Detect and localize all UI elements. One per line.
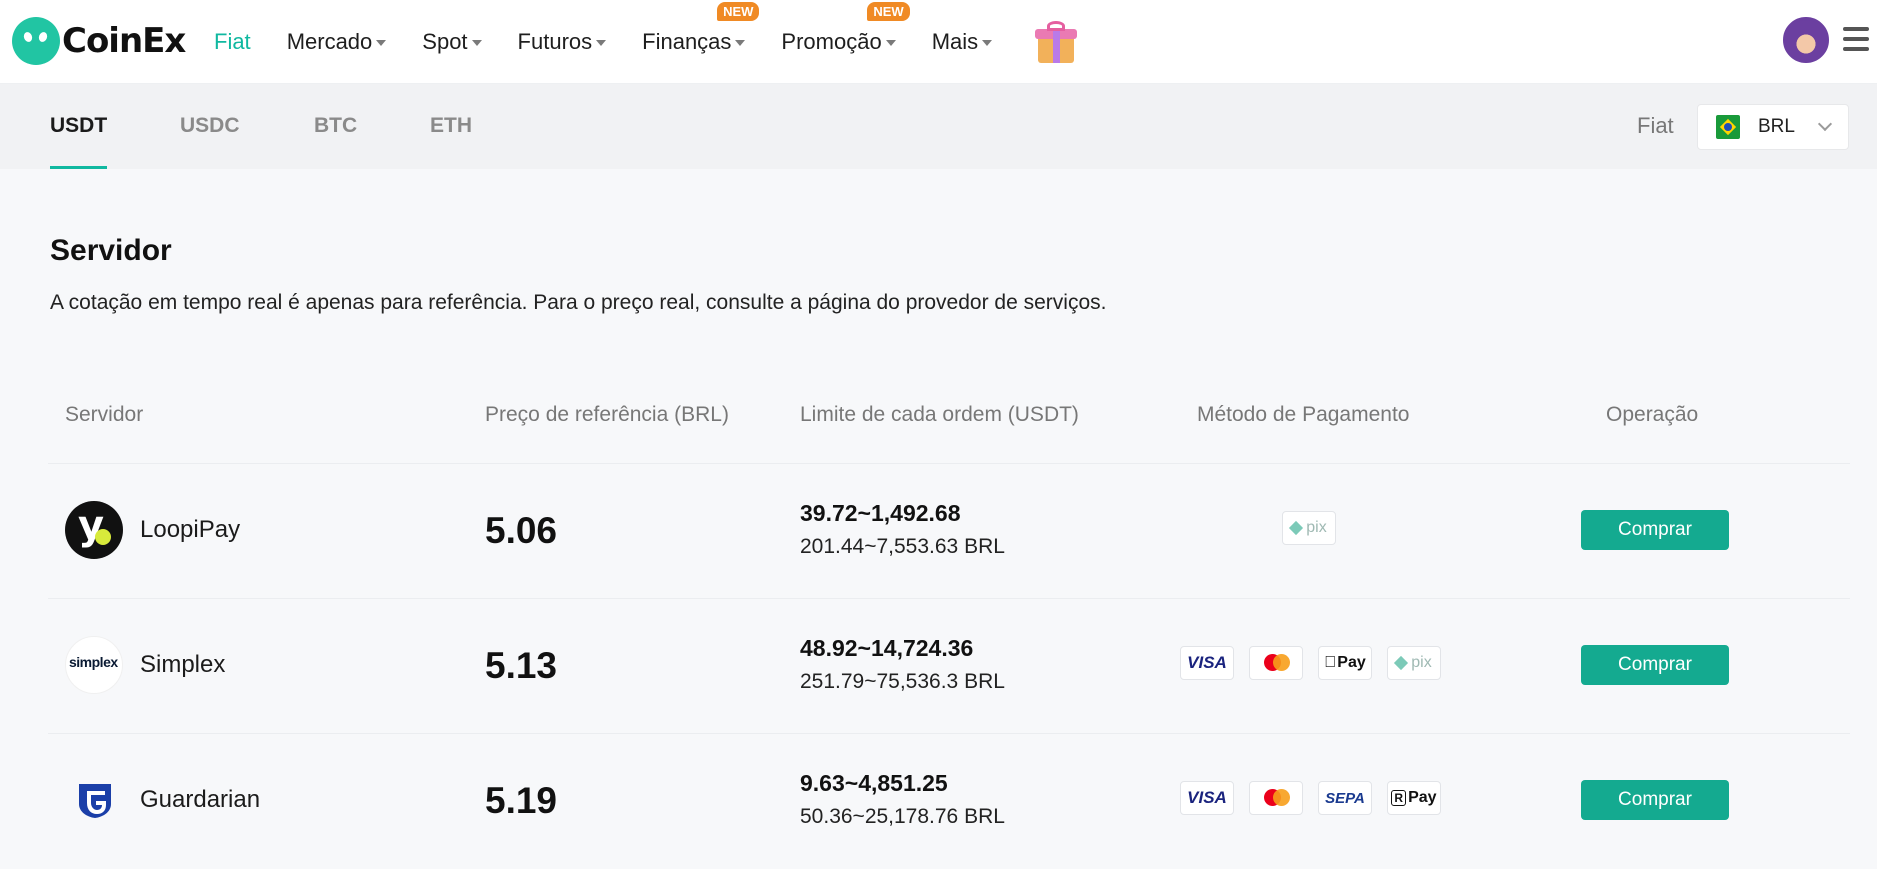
nav-financas[interactable]: Finanças NEW [642,2,760,55]
brand-name: CoinEx [62,21,186,61]
top-navigation: CoinEx Fiat Mercado Spot Futuros Finança… [0,0,1877,84]
header-servidor: Servidor [65,403,144,426]
coinex-logo[interactable]: CoinEx [12,17,186,65]
simplex-logo: simplex [65,636,123,694]
pix-icon: pix [1282,511,1336,545]
limit-brl: 50.36~25,178.76 BRL [800,805,1005,828]
provider-name: Guardarian [140,786,261,813]
visa-icon: VISA [1180,781,1234,815]
nav-mercado-label: Mercado [286,29,373,54]
caret-down-icon [885,40,896,46]
nav-spot-label: Spot [422,29,468,54]
header-metodo-pagamento: Método de Pagamento [1197,403,1410,426]
mastercard-icon [1249,781,1303,815]
reference-price: 5.13 [485,645,558,686]
tab-eth[interactable]: ETH [430,84,472,169]
limit-usdt: 48.92~14,724.36 [800,635,974,661]
tab-usdt[interactable]: USDT [50,84,108,169]
nav-fiat[interactable]: Fiat [214,29,251,55]
nav-promocao-label: Promoção [781,29,882,54]
header-limite: Limite de cada ordem (USDT) [800,403,1079,426]
nav-mais[interactable]: Mais [931,29,993,55]
header-operacao: Operação [1606,403,1699,426]
table-row: Guardarian 5.19 9.63~4,851.25 50.36~25,1… [48,733,1850,868]
header-preco: Preço de referência (BRL) [485,403,729,426]
sepa-icon: SEPA [1318,781,1372,815]
caret-down-icon [471,40,482,46]
section-description: A cotação em tempo real é apenas para re… [50,291,1107,314]
fiat-currency-select[interactable]: BRL [1697,104,1849,150]
nav-fiat-label: Fiat [214,29,251,54]
new-badge: NEW [867,2,910,21]
nav-spot[interactable]: Spot [422,29,482,55]
brazil-flag-icon [1716,115,1740,139]
section-title: Servidor [50,234,172,267]
reference-price: 5.19 [485,780,558,821]
fiat-label: Fiat [1637,113,1674,138]
buy-button[interactable]: Comprar [1581,645,1729,685]
loopipay-logo [65,501,123,559]
main-nav: Fiat Mercado Spot Futuros Finanças NEW Pr… [214,0,1078,84]
nav-mercado[interactable]: Mercado [287,29,387,55]
buy-button[interactable]: Comprar [1581,780,1729,820]
apple-pay-icon: Pay [1318,646,1372,680]
tab-usdc[interactable]: USDC [180,84,240,169]
revolut-pay-icon: R Pay [1387,781,1441,815]
nav-mais-label: Mais [931,29,979,54]
buy-button[interactable]: Comprar [1581,510,1729,550]
nav-futuros[interactable]: Futuros [518,29,607,55]
coin-tabs: USDT USDC BTC ETH [0,84,1877,169]
visa-icon: VISA [1180,646,1234,680]
coinex-logo-icon [12,17,60,65]
caret-down-icon [735,40,746,46]
mastercard-icon [1249,646,1303,680]
avatar[interactable] [1783,17,1829,63]
limit-brl: 201.44~7,553.63 BRL [800,535,1005,558]
limit-usdt: 39.72~1,492.68 [800,500,961,526]
table-row: simplex Simplex 5.13 48.92~14,724.36 251… [48,598,1850,733]
chevron-down-icon [1817,116,1833,132]
nav-financas-label: Finanças [642,29,732,54]
nav-promocao[interactable]: Promoção NEW [781,2,910,55]
provider-name: Simplex [140,651,226,678]
guardarian-logo [65,771,123,829]
reference-price: 5.06 [485,510,558,551]
tab-btc[interactable]: BTC [314,84,357,169]
fiat-currency-value: BRL [1758,116,1795,137]
caret-down-icon [376,40,387,46]
nav-futuros-label: Futuros [517,29,593,54]
limit-usdt: 9.63~4,851.25 [800,770,948,796]
new-badge: NEW [717,2,760,21]
provider-name: LoopiPay [140,516,241,543]
caret-down-icon [596,40,607,46]
limit-brl: 251.79~75,536.3 BRL [800,670,1005,693]
gift-icon[interactable] [1032,19,1078,65]
pix-icon: pix [1387,646,1441,680]
hamburger-menu-icon[interactable] [1843,27,1869,53]
table-row: LoopiPay 5.06 39.72~1,492.68 201.44~7,55… [48,463,1850,598]
caret-down-icon [982,40,993,46]
